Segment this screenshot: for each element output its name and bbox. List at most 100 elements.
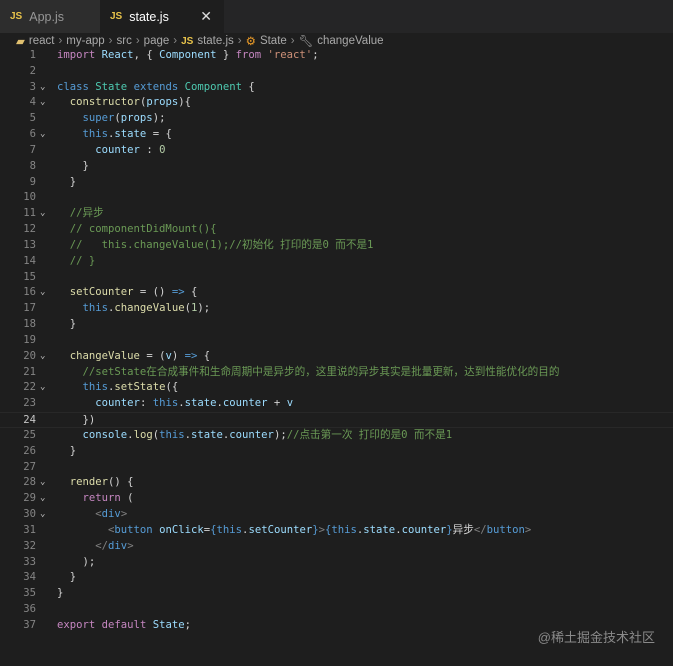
code-line[interactable]: 3 ⌄ class State extends Component { xyxy=(0,80,673,96)
code-line[interactable]: 29 ⌄ return ( xyxy=(0,491,673,507)
code-line[interactable]: 32 </div> xyxy=(0,539,673,555)
code-text: render() { xyxy=(57,475,134,491)
line-number: 20 xyxy=(23,349,36,362)
code-text: } xyxy=(57,317,76,333)
fold-chevron-icon[interactable]: ⌄ xyxy=(40,80,45,96)
code-line[interactable]: 14 // } xyxy=(0,254,673,270)
breadcrumb-item[interactable]: state.js xyxy=(197,35,233,47)
line-number: 32 xyxy=(23,539,36,552)
fold-chevron-icon[interactable]: ⌄ xyxy=(40,285,45,301)
code-line[interactable]: 5 super(props); xyxy=(0,111,673,127)
code-line[interactable]: 23 counter: this.state.counter + v xyxy=(0,396,673,412)
close-icon[interactable]: ✕ xyxy=(200,8,212,25)
wrench-icon: 🔧︎ xyxy=(298,36,314,48)
code-text: <div> xyxy=(57,507,127,523)
code-line[interactable]: 36 xyxy=(0,602,673,618)
breadcrumb-item[interactable]: page xyxy=(144,35,170,47)
code-line[interactable]: 30 ⌄ <div> xyxy=(0,507,673,523)
code-line[interactable]: 11 ⌄ //异步 xyxy=(0,206,673,222)
fold-chevron-icon[interactable]: ⌄ xyxy=(40,206,45,222)
code-line[interactable]: 34 } xyxy=(0,570,673,586)
breadcrumb-item[interactable]: changeValue xyxy=(317,35,383,47)
code-line[interactable]: 2 xyxy=(0,64,673,80)
code-line[interactable]: 19 xyxy=(0,333,673,349)
code-line[interactable]: 1 import React, { Component } from 'react… xyxy=(0,48,673,64)
code-token: constructor xyxy=(69,96,140,109)
code-line[interactable]: 26 } xyxy=(0,444,673,460)
code-line[interactable]: 28 ⌄ render() { xyxy=(0,475,673,491)
fold-chevron-icon[interactable]: ⌄ xyxy=(40,507,45,523)
line-number: 7 xyxy=(29,143,36,156)
line-number: 36 xyxy=(23,602,36,615)
line-number: 19 xyxy=(23,333,36,346)
code-token: import xyxy=(57,49,96,61)
tab-state-js[interactable]: JS state.js ✕ xyxy=(100,0,224,33)
code-text: import React, { Component } from 'react'… xyxy=(57,48,319,64)
code-token: { xyxy=(184,286,198,299)
code-line[interactable]: 31 <button onClick={this.setCounter}>{th… xyxy=(0,523,673,539)
code-token: div xyxy=(101,508,121,521)
code-token: State xyxy=(95,80,128,93)
code-line[interactable]: 22 ⌄ this.setState({ xyxy=(0,380,673,396)
code-token: //异步 xyxy=(69,207,104,220)
js-file-icon: JS xyxy=(181,35,194,47)
code-line[interactable]: 12 // componentDidMount(){ xyxy=(0,222,673,238)
line-number: 31 xyxy=(23,523,36,536)
line-number: 15 xyxy=(23,270,36,283)
code-line[interactable]: 17 this.changeValue(1); xyxy=(0,301,673,317)
fold-chevron-icon[interactable]: ⌄ xyxy=(40,475,45,491)
code-line[interactable]: 7 counter : 0 xyxy=(0,143,673,159)
code-token: () { xyxy=(108,476,134,489)
code-line[interactable]: 6 ⌄ this.state = { xyxy=(0,127,673,143)
code-line[interactable]: 35} xyxy=(0,586,673,602)
code-line[interactable]: 16 ⌄ setCounter = () => { xyxy=(0,285,673,301)
code-token: } xyxy=(57,444,77,457)
fold-chevron-icon[interactable]: ⌄ xyxy=(40,95,45,111)
code-token: div xyxy=(108,539,128,552)
code-line[interactable]: 9 } xyxy=(0,175,673,191)
code-line[interactable]: 21 //setState在合成事件和生命周期中是异步的，这里说的异步其实是批量… xyxy=(0,365,673,381)
code-line[interactable]: 13 // this.changeValue(1);//初始化 打印的是0 而不… xyxy=(0,238,673,254)
code-line[interactable]: 33 ); xyxy=(0,555,673,571)
line-number: 37 xyxy=(23,618,36,631)
code-token: state xyxy=(114,128,147,141)
fold-chevron-icon[interactable]: ⌄ xyxy=(40,491,45,507)
code-token: state xyxy=(184,397,217,410)
code-line[interactable]: 20 ⌄ changeValue = (v) => { xyxy=(0,349,673,365)
code-token: Component xyxy=(159,49,217,61)
breadcrumb-item[interactable]: my-app xyxy=(66,35,104,47)
breadcrumb-item[interactable]: State xyxy=(260,35,287,47)
code-line[interactable]: 27 xyxy=(0,460,673,476)
breadcrumb-item[interactable]: src xyxy=(116,35,131,47)
fold-chevron-icon[interactable]: ⌄ xyxy=(40,380,45,396)
code-line[interactable]: 8 } xyxy=(0,159,673,175)
code-token: Component xyxy=(184,80,243,93)
code-line[interactable]: 25 console.log(this.state.counter);//点击第… xyxy=(0,428,673,444)
code-line[interactable]: 15 xyxy=(0,270,673,286)
code-line[interactable]: 10 xyxy=(0,190,673,206)
code-token: super xyxy=(82,112,115,125)
line-number: 33 xyxy=(23,555,36,568)
watermark: @稀土掘金技术社区 xyxy=(537,630,655,645)
code-text: changeValue = (v) => { xyxy=(57,349,210,365)
breadcrumb-item[interactable]: react xyxy=(29,35,55,47)
fold-chevron-icon[interactable]: ⌄ xyxy=(40,127,45,143)
folder-icon: ▰ xyxy=(16,36,25,48)
fold-chevron-icon[interactable]: ⌄ xyxy=(40,349,45,365)
code-token: ( xyxy=(120,492,134,505)
line-number: 21 xyxy=(23,365,36,378)
code-token: //setState在合成事件和生命周期中是异步的，这里说的异步其实是批量更新，… xyxy=(82,365,560,378)
code-line[interactable]: 18 } xyxy=(0,317,673,333)
code-line[interactable]: 4 ⌄ constructor(props){ xyxy=(0,95,673,111)
code-editor[interactable]: 1 import React, { Component } from 'react… xyxy=(0,48,673,634)
code-token: class xyxy=(57,80,89,93)
code-line[interactable]: 24 }) xyxy=(0,412,673,428)
tab-app-js[interactable]: JS App.js xyxy=(0,0,100,33)
